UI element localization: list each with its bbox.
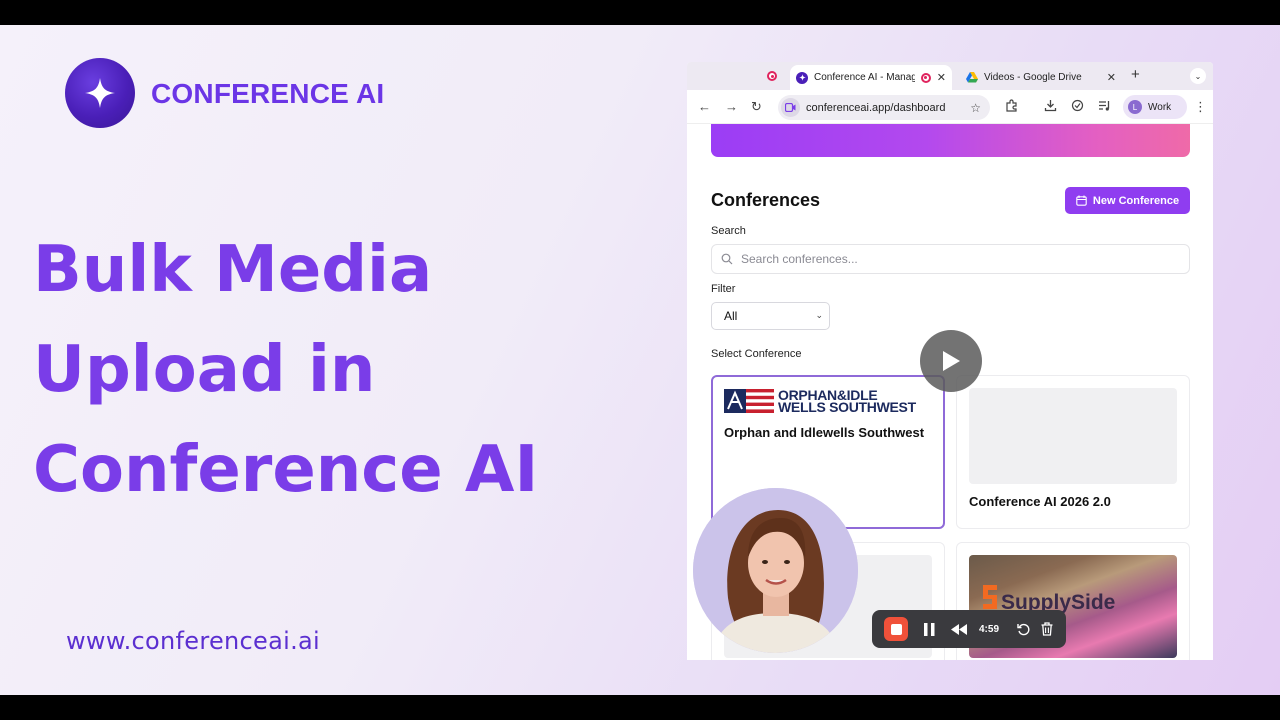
media-control-icon[interactable] <box>1098 99 1111 116</box>
restart-button[interactable] <box>1017 623 1030 636</box>
conference-ai-favicon-icon <box>796 71 808 84</box>
recording-tab-icon[interactable] <box>767 71 777 81</box>
browser-toolbar: ← → ↻ conferenceai.app/dashboard ☆ L Wor… <box>687 90 1213 124</box>
filter-select[interactable]: All ⌄ <box>711 302 830 330</box>
search-icon <box>721 253 733 265</box>
slide-stage: CONFERENCE AI Bulk Media Upload in Confe… <box>0 25 1280 695</box>
site-info-icon[interactable] <box>781 98 800 117</box>
download-icon[interactable] <box>1044 99 1057 116</box>
site-url: www.conferenceai.ai <box>66 627 320 655</box>
presenter-camera-bubble[interactable] <box>693 488 858 653</box>
filter-value: All <box>724 309 738 323</box>
chevron-down-icon: ⌄ <box>815 310 823 320</box>
close-tab-icon[interactable]: ✕ <box>1107 71 1116 84</box>
bookmark-star-icon[interactable]: ☆ <box>970 101 981 115</box>
reload-icon[interactable]: ↻ <box>751 99 762 115</box>
recording-timer: 4:59 <box>979 623 1000 635</box>
new-conference-label: New Conference <box>1092 194 1180 207</box>
pause-icon <box>924 622 935 636</box>
address-url: conferenceai.app/dashboard <box>806 101 946 114</box>
conference-card[interactable]: Conference AI 2026 2.0 <box>956 375 1190 529</box>
tab-strip: Conference AI - Manage ✕ Videos - Google… <box>687 62 1213 90</box>
supplyside-logo-icon <box>983 585 997 609</box>
play-icon <box>943 351 960 371</box>
tab-google-drive[interactable]: Videos - Google Drive ✕ <box>960 65 1122 90</box>
headline-line-1: Bulk Media <box>33 233 433 307</box>
rewind-button[interactable] <box>951 623 967 635</box>
presenter-video-image <box>693 488 858 653</box>
restart-icon <box>1017 623 1030 635</box>
logo-text-line-2: WELLS SOUTHWEST <box>778 399 916 415</box>
filter-label: Filter <box>711 283 736 295</box>
extensions-icon[interactable] <box>1005 99 1018 116</box>
brand-name: CONFERENCE AI <box>151 78 385 109</box>
conference-logo: ORPHAN&IDLE WELLS SOUTHWEST <box>724 387 934 415</box>
tab-title: Conference AI - Manage <box>814 72 915 83</box>
pause-button[interactable] <box>924 622 935 636</box>
headline: Bulk Media Upload in Conference AI <box>33 220 633 520</box>
address-bar[interactable]: conferenceai.app/dashboard ☆ <box>778 95 990 120</box>
search-input[interactable] <box>741 252 1161 266</box>
profile-chip[interactable]: L Work <box>1123 95 1187 119</box>
tab-conference-ai[interactable]: Conference AI - Manage ✕ <box>790 65 952 90</box>
search-label: Search <box>711 225 746 237</box>
tab-search-icon[interactable]: ⌄ <box>1190 68 1206 84</box>
oilwell-logo-icon <box>724 389 774 413</box>
new-conference-button[interactable]: New Conference <box>1065 187 1190 214</box>
page-title: Conferences <box>711 190 821 210</box>
conference-thumbnail <box>969 388 1177 484</box>
google-drive-icon <box>966 72 978 83</box>
recording-controls: 4:59 <box>872 610 1066 648</box>
conference-card-title: Orphan and Idlewells Southwest <box>724 425 925 440</box>
recording-indicator-icon <box>920 72 931 83</box>
stop-recording-button[interactable] <box>884 617 908 641</box>
trash-icon <box>1041 622 1053 636</box>
delete-button[interactable] <box>1041 622 1053 636</box>
browser-menu-icon[interactable]: ⋮ <box>1194 99 1207 115</box>
sparkle-icon <box>85 78 115 108</box>
avatar: L <box>1128 100 1142 114</box>
new-tab-icon[interactable]: + <box>1131 66 1140 83</box>
search-box[interactable] <box>711 244 1190 274</box>
header-banner <box>711 124 1190 157</box>
play-button[interactable] <box>920 330 982 392</box>
conference-card-title: Conference AI 2026 2.0 <box>969 494 1111 509</box>
headline-line-2: Upload in <box>33 333 376 407</box>
headline-line-3: Conference AI <box>33 433 539 507</box>
back-icon[interactable]: ← <box>698 99 711 115</box>
sync-icon[interactable] <box>1071 99 1084 116</box>
close-tab-icon[interactable]: ✕ <box>937 71 946 84</box>
calendar-icon <box>1076 195 1087 206</box>
tab-title: Videos - Google Drive <box>984 72 1082 83</box>
brand-logo <box>65 58 135 128</box>
stop-icon <box>890 623 902 635</box>
forward-icon[interactable]: → <box>725 99 738 115</box>
select-conference-label: Select Conference <box>711 348 802 360</box>
profile-label: Work <box>1148 101 1172 113</box>
rewind-icon <box>951 623 967 635</box>
